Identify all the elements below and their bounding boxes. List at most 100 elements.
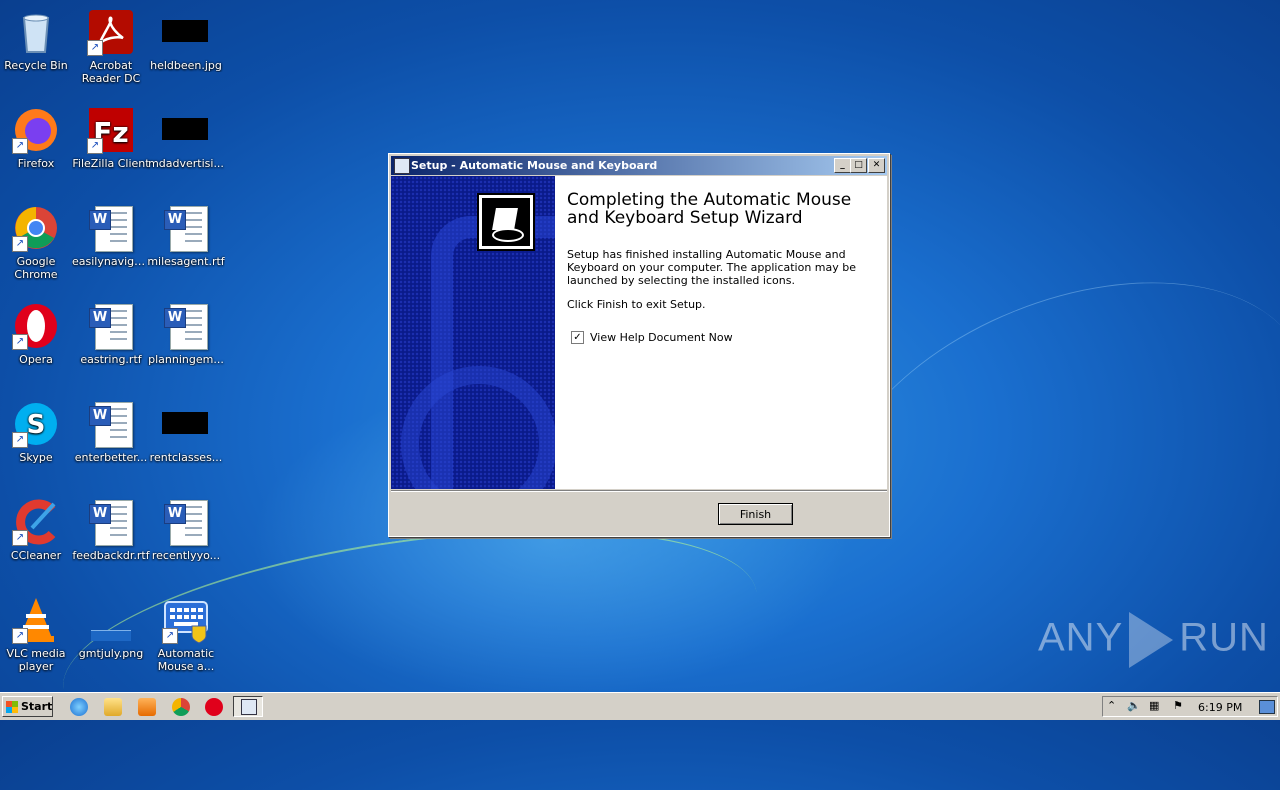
volume-icon[interactable]: 🔈: [1127, 699, 1141, 712]
view-help-checkbox[interactable]: ✓: [571, 331, 584, 344]
shortcut-arrow-icon: ↗: [87, 138, 103, 154]
desktop-icon-ccleaner[interactable]: ↗ CCleaner: [0, 498, 75, 562]
system-tray: ⌃ 🔈 ▦ ⚑ 6:19 PM: [1102, 696, 1278, 717]
desktop-icon-acrobat-reader[interactable]: ↗ Acrobat Reader DC: [72, 8, 150, 85]
firefox-icon: ↗: [12, 106, 60, 154]
desktop-icon-vlc[interactable]: ↗ VLC media player: [0, 596, 75, 673]
icon-label: Firefox: [17, 157, 55, 170]
setup-taskbar-icon: [241, 699, 257, 715]
vlc-icon: ↗: [12, 596, 60, 644]
ccleaner-icon: ↗: [12, 498, 60, 546]
wizard-heading: Completing the Automatic Mouse and Keybo…: [567, 190, 852, 228]
dialog-separator: [391, 490, 887, 492]
chrome-taskbar-icon[interactable]: [172, 698, 190, 716]
shortcut-arrow-icon: ↗: [12, 334, 28, 350]
shortcut-arrow-icon: ↗: [87, 40, 103, 56]
desktop-icon-google-chrome[interactable]: ↗ Google Chrome: [0, 204, 75, 281]
word-document-icon: W: [162, 204, 210, 252]
desktop-icon-rentclasses[interactable]: rentclasses...: [147, 400, 225, 464]
image-thumbnail-icon: [162, 8, 210, 56]
action-center-flag-icon[interactable]: ⚑: [1173, 699, 1183, 712]
wizard-content: Completing the Automatic Mouse and Keybo…: [477, 176, 887, 489]
close-button[interactable]: ✕: [868, 158, 885, 173]
wizard-exit-text: Click Finish to exit Setup.: [567, 298, 706, 311]
view-help-label[interactable]: View Help Document Now: [590, 331, 733, 344]
desktop-icon-recycle-bin[interactable]: Recycle Bin: [0, 8, 75, 72]
media-player-icon[interactable]: [138, 698, 156, 716]
wizard-body-text: Setup has finished installing Automatic …: [567, 248, 857, 287]
word-document-icon: W: [87, 204, 135, 252]
word-document-icon: W: [87, 498, 135, 546]
icon-label: milesagent.rtf: [147, 255, 225, 268]
desktop-icon-eastring[interactable]: W eastring.rtf: [72, 302, 150, 366]
icon-label: rentclasses...: [149, 451, 223, 464]
shortcut-arrow-icon: ↗: [162, 628, 178, 644]
icon-label: CCleaner: [10, 549, 62, 562]
recycle-bin-icon: [12, 8, 60, 56]
watermark-right: RUN: [1179, 615, 1269, 660]
windows-logo-icon: [6, 701, 18, 713]
desktop-icon-enterbetter[interactable]: W enterbetter...: [72, 400, 150, 464]
show-desktop-icon[interactable]: [1259, 700, 1275, 714]
shortcut-arrow-icon: ↗: [12, 236, 28, 252]
play-icon: [1129, 612, 1174, 668]
setup-taskbar-button[interactable]: [233, 696, 263, 717]
icon-label: Recycle Bin: [4, 59, 68, 72]
shortcut-arrow-icon: ↗: [12, 432, 28, 448]
taskbar: Start ⌃ 🔈 ▦ ⚑ 6:19 PM: [0, 692, 1280, 720]
network-icon[interactable]: ▦: [1149, 699, 1159, 712]
acrobat-icon: ↗: [87, 8, 135, 56]
shortcut-arrow-icon: ↗: [12, 138, 28, 154]
image-file-icon: [87, 596, 135, 644]
shortcut-arrow-icon: ↗: [12, 628, 28, 644]
finish-button[interactable]: Finish: [718, 503, 793, 525]
icon-label: Automatic Mouse a...: [157, 647, 215, 673]
icon-label: Acrobat Reader DC: [81, 59, 141, 85]
icon-label: Opera: [19, 353, 53, 366]
opera-taskbar-icon[interactable]: [205, 698, 223, 716]
desktop-icon-easilynaviga[interactable]: W easilynaviga...: [72, 204, 150, 268]
icon-label: eastring.rtf: [80, 353, 142, 366]
skype-icon: S ↗: [12, 400, 60, 448]
desktop-icon-firefox[interactable]: ↗ Firefox: [0, 106, 75, 170]
desktop-icon-gmtjuly[interactable]: gmtjuly.png: [72, 596, 150, 660]
setup-dialog: Setup - Automatic Mouse and Keyboard _ □…: [388, 153, 890, 537]
icon-label: enterbetter...: [74, 451, 148, 464]
icon-label: Google Chrome: [14, 255, 58, 281]
desktop-icon-heldbeen[interactable]: heldbeen.jpg: [147, 8, 225, 72]
desktop-icon-filezilla[interactable]: Fz ↗ FileZilla Client: [72, 106, 150, 170]
icon-label: feedbackdr.rtf: [72, 549, 150, 562]
start-button[interactable]: Start: [2, 696, 53, 717]
show-hidden-icons-icon[interactable]: ⌃: [1107, 699, 1116, 712]
desktop-icon-opera[interactable]: ↗ Opera: [0, 302, 75, 366]
dialog-title: Setup - Automatic Mouse and Keyboard: [411, 159, 658, 172]
icon-label: VLC media player: [6, 647, 66, 673]
view-help-checkbox-row[interactable]: ✓ View Help Document Now: [571, 331, 733, 344]
dialog-titlebar[interactable]: Setup - Automatic Mouse and Keyboard _ □…: [391, 156, 887, 175]
maximize-button[interactable]: □: [850, 158, 867, 173]
desktop-icon-feedbackdr[interactable]: W feedbackdr.rtf: [72, 498, 150, 562]
image-thumbnail-icon: [162, 400, 210, 448]
icon-label: gmtjuly.png: [78, 647, 144, 660]
word-document-icon: W: [162, 302, 210, 350]
icon-label: easilynaviga...: [72, 255, 150, 268]
opera-icon: ↗: [12, 302, 60, 350]
chrome-icon: ↗: [12, 204, 60, 252]
desktop-icon-milesagent[interactable]: W milesagent.rtf: [147, 204, 225, 268]
desktop-icon-automatic-mouse[interactable]: ↗ Automatic Mouse a...: [147, 596, 225, 673]
desktop-icon-planningem[interactable]: W planningem...: [147, 302, 225, 366]
desktop-icon-mdadvertisi[interactable]: mdadvertisi...: [147, 106, 225, 170]
file-explorer-icon[interactable]: [104, 698, 122, 716]
word-document-icon: W: [162, 498, 210, 546]
desktop-icon-recentlyyo[interactable]: W recentlyyo...: [147, 498, 225, 562]
anyrun-watermark: ANY RUN: [1038, 612, 1269, 668]
image-thumbnail-icon: [162, 106, 210, 154]
shortcut-arrow-icon: ↗: [12, 530, 28, 546]
keyboard-app-icon: ↗: [162, 596, 210, 644]
svg-text:S: S: [27, 410, 46, 440]
internet-explorer-icon[interactable]: [70, 698, 88, 716]
desktop-icon-skype[interactable]: S ↗ Skype: [0, 400, 75, 464]
minimize-button[interactable]: _: [834, 158, 851, 173]
clock[interactable]: 6:19 PM: [1198, 701, 1242, 714]
icon-label: FileZilla Client: [72, 157, 150, 170]
